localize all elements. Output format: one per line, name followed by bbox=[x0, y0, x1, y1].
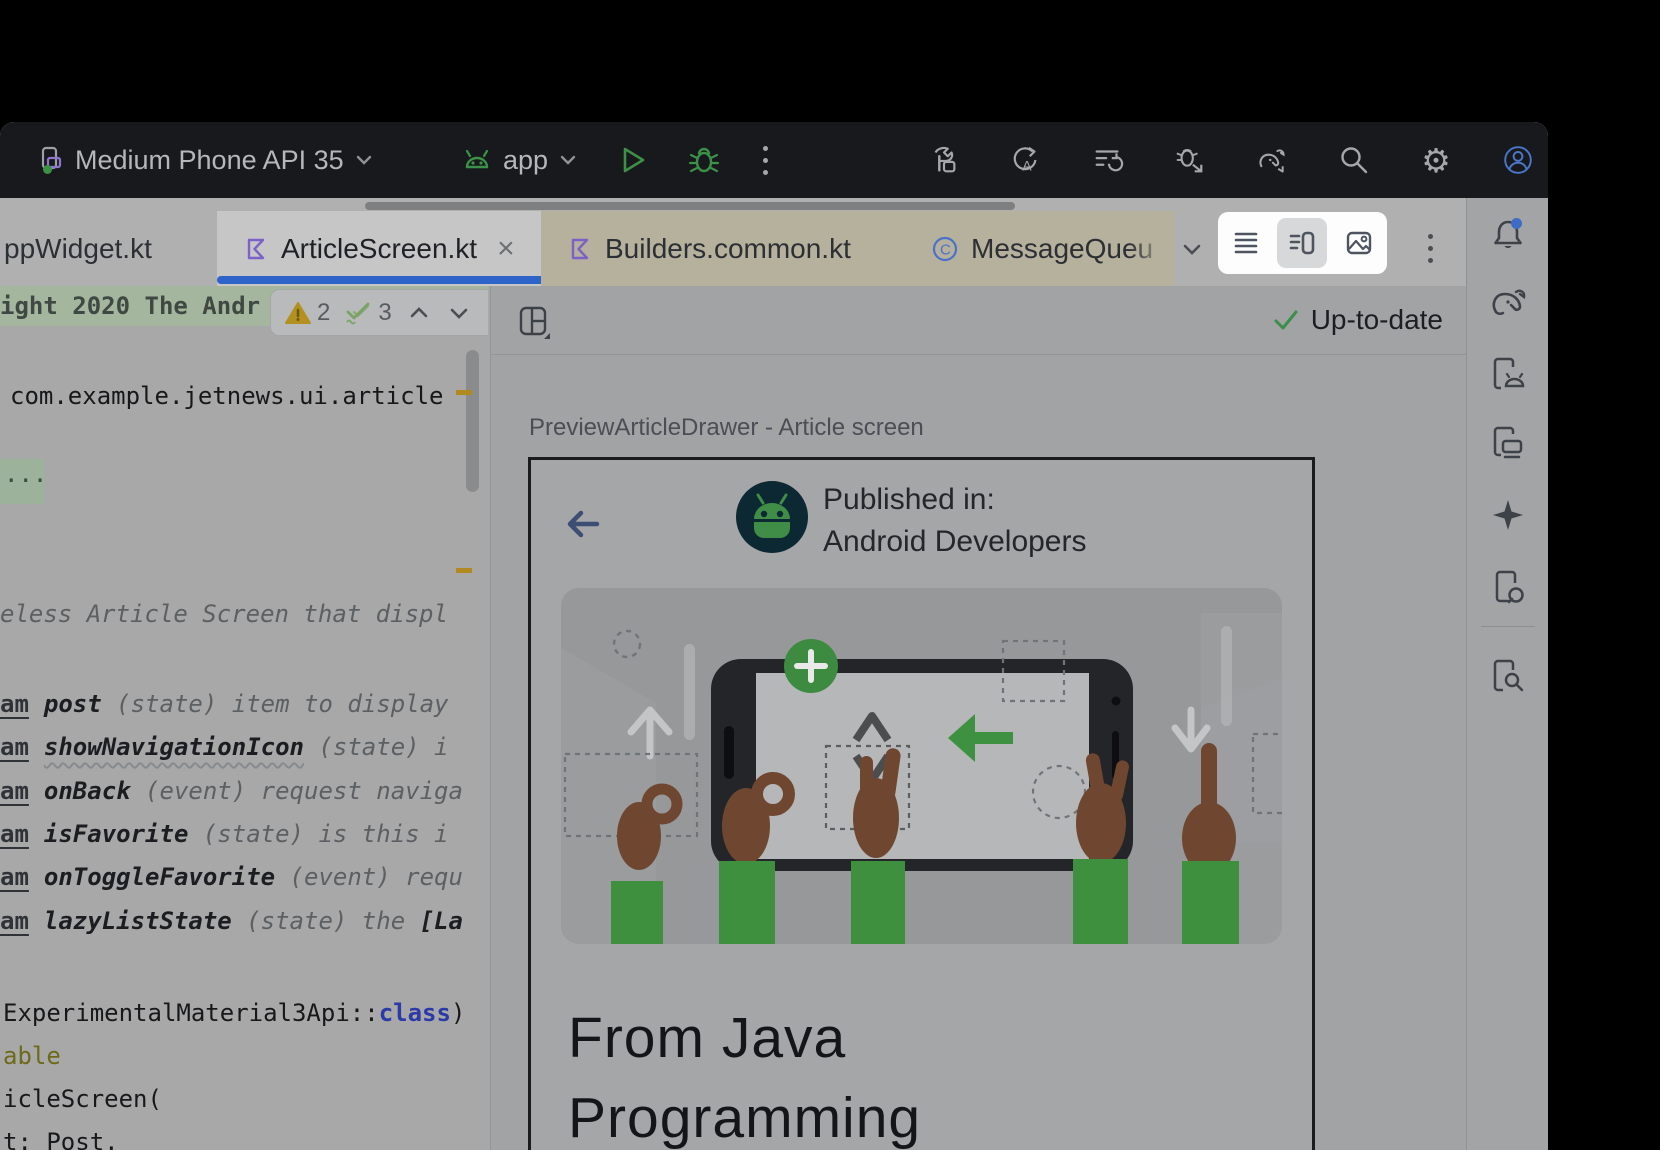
code-editor[interactable]: ight 2020 The Andr 2 bbox=[0, 286, 488, 1150]
code-line-param: amonToggleFavorite (event) requ bbox=[0, 862, 463, 892]
folded-imports-block[interactable]: ... bbox=[0, 459, 44, 504]
passed-count: 3 bbox=[378, 299, 391, 327]
run-config-label: app bbox=[503, 145, 548, 176]
split-view-button[interactable] bbox=[1277, 218, 1327, 268]
warning-count: 2 bbox=[317, 299, 330, 327]
published-in-label: Published in: bbox=[823, 479, 1086, 521]
tab-scroll-indicator[interactable] bbox=[365, 202, 1015, 210]
toolbar-more-button[interactable] bbox=[763, 122, 768, 198]
gradle-sync-button[interactable] bbox=[1256, 144, 1288, 176]
chevron-down-icon bbox=[557, 149, 579, 171]
preview-status: Up-to-date bbox=[1272, 286, 1443, 354]
preview-name-label[interactable]: PreviewArticleDrawer - Article screen bbox=[529, 414, 924, 442]
code-view-button[interactable] bbox=[1221, 218, 1271, 268]
running-devices-button[interactable] bbox=[1488, 423, 1528, 463]
scrollbar-warning-mark[interactable] bbox=[456, 390, 472, 395]
design-view-button[interactable] bbox=[1334, 218, 1384, 268]
code-line-param: amisFavorite (state) is this i bbox=[0, 819, 449, 849]
app-inspection-button[interactable] bbox=[1488, 656, 1528, 696]
tab-appwidget[interactable]: ppWidget.kt bbox=[0, 211, 221, 286]
kotlin-file-icon bbox=[567, 236, 593, 262]
preview-layout-icon[interactable] bbox=[518, 306, 552, 340]
code-line-param: amshowNavigationIcon (state) i bbox=[0, 732, 449, 762]
gemini-button[interactable] bbox=[1488, 495, 1528, 535]
compose-preview-panel: Up-to-date PreviewArticleDrawer - Articl… bbox=[490, 286, 1467, 1150]
right-tool-stripe bbox=[1466, 198, 1548, 1150]
hidden-tabs-chevron[interactable] bbox=[1168, 211, 1216, 286]
kotlin-file-icon bbox=[243, 236, 269, 262]
device-mirroring-button[interactable] bbox=[1488, 567, 1528, 607]
publisher-block: Published in: Android Developers bbox=[823, 479, 1086, 563]
search-everywhere-button[interactable] bbox=[1338, 144, 1370, 176]
debug-button[interactable] bbox=[686, 122, 722, 198]
chevron-up-icon[interactable] bbox=[408, 304, 430, 322]
kebab-icon bbox=[1428, 234, 1433, 263]
editor-scrollbar-thumb[interactable] bbox=[466, 350, 479, 492]
run-configuration-selector[interactable]: app bbox=[460, 122, 579, 198]
double-check-icon bbox=[344, 300, 372, 326]
code-line-comment: eless Article Screen that displ bbox=[0, 599, 448, 629]
close-icon[interactable]: × bbox=[497, 232, 515, 266]
build-button[interactable] bbox=[928, 144, 960, 176]
code-line-annotation: able bbox=[3, 1041, 61, 1071]
svg-text:A: A bbox=[1022, 157, 1032, 173]
main-toolbar: Medium Phone API 35 app bbox=[0, 122, 1548, 198]
inspections-widget[interactable]: 2 3 bbox=[270, 289, 488, 336]
chevron-down-icon bbox=[353, 149, 375, 171]
device-phone-icon bbox=[36, 145, 66, 175]
tab-builders-common[interactable]: Builders.common.kt bbox=[541, 211, 937, 286]
active-tab-indicator bbox=[217, 276, 566, 284]
gradle-button[interactable] bbox=[1488, 282, 1528, 322]
logcat-button[interactable] bbox=[1488, 354, 1528, 394]
stripe-divider bbox=[1481, 626, 1535, 627]
code-line-argument: t: Post. bbox=[3, 1127, 119, 1150]
code-line-param: amonBack (event) request naviga bbox=[0, 776, 463, 806]
code-line-param: amlazyListState (state) the [La bbox=[0, 906, 463, 936]
notification-badge bbox=[1511, 218, 1522, 229]
tab-messagequeue[interactable]: C MessageQueu bbox=[911, 211, 1175, 286]
editor-tab-bar: ppWidget.kt ArticleScreen.kt × Builders.… bbox=[0, 198, 1466, 286]
device-selector-label: Medium Phone API 35 bbox=[75, 145, 344, 176]
article-hero-image bbox=[561, 588, 1282, 944]
rerun-tests-button[interactable] bbox=[1092, 144, 1124, 176]
chevron-down-icon[interactable] bbox=[448, 304, 470, 322]
gear-icon: ⚙ bbox=[1421, 144, 1451, 177]
class-icon: C bbox=[931, 235, 959, 263]
code-line-copyright: ight 2020 The Andr bbox=[0, 291, 260, 321]
settings-button[interactable]: ⚙ bbox=[1420, 144, 1452, 176]
code-line-param: ampost (state) item to display bbox=[0, 689, 448, 719]
account-avatar[interactable] bbox=[1502, 144, 1534, 176]
scrollbar-warning-mark[interactable] bbox=[456, 568, 472, 573]
tab-articlescreen[interactable]: ArticleScreen.kt × bbox=[217, 211, 566, 286]
check-icon bbox=[1272, 308, 1300, 332]
attach-debugger-button[interactable] bbox=[1174, 144, 1206, 176]
preview-device-frame: Published in: Android Developers bbox=[528, 457, 1315, 1150]
editor-view-mode-toggle bbox=[1218, 212, 1387, 274]
notifications-button[interactable] bbox=[1488, 214, 1528, 254]
android-icon bbox=[460, 145, 494, 175]
device-selector[interactable]: Medium Phone API 35 bbox=[36, 122, 375, 198]
tab-options-button[interactable] bbox=[1408, 211, 1452, 286]
warning-icon bbox=[285, 301, 311, 325]
publisher-avatar bbox=[736, 481, 808, 553]
preview-status-label: Up-to-date bbox=[1311, 304, 1443, 336]
run-button[interactable] bbox=[616, 122, 650, 198]
kebab-icon bbox=[763, 146, 768, 175]
svg-text:C: C bbox=[940, 241, 951, 258]
code-line-function: icleScreen( bbox=[3, 1084, 162, 1114]
article-title: From Java Programming bbox=[568, 998, 921, 1150]
publisher-name: Android Developers bbox=[823, 521, 1086, 563]
apply-changes-button[interactable]: A bbox=[1010, 144, 1042, 176]
code-line-optin: ExperimentalMaterial3Api::class) bbox=[3, 998, 465, 1028]
preview-toolbar: Up-to-date bbox=[491, 286, 1467, 355]
back-arrow-icon bbox=[564, 504, 604, 544]
code-line-package: com.example.jetnews.ui.article bbox=[10, 381, 443, 411]
ide-window: Medium Phone API 35 app bbox=[0, 122, 1548, 1150]
